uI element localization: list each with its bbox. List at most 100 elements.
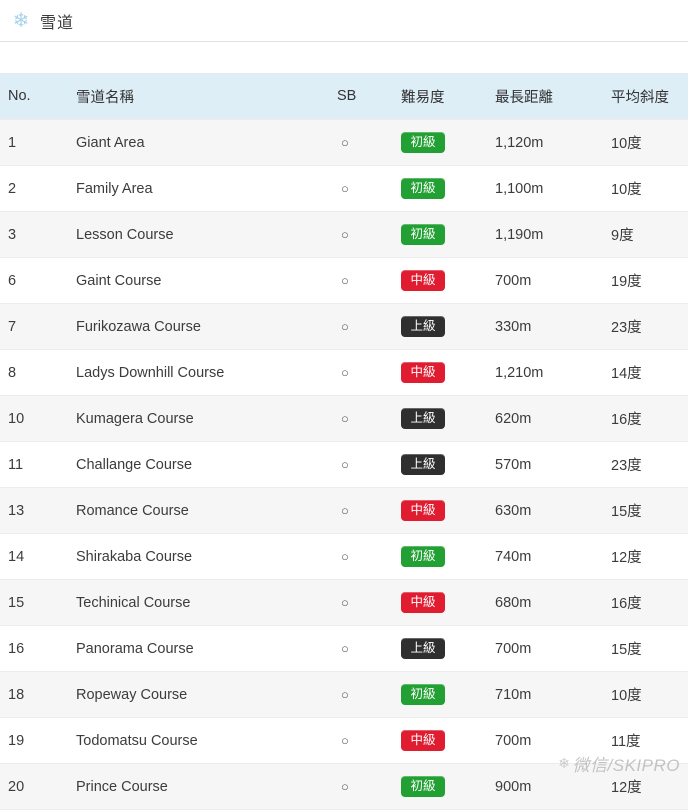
cell-difficulty: 上級: [395, 441, 491, 488]
column-header-distance[interactable]: 最長距離: [491, 73, 605, 120]
difficulty-badge: 中級: [401, 361, 445, 384]
cell-name[interactable]: Ropeway Course: [68, 671, 331, 718]
snowboard-allowed-icon: ○: [341, 318, 349, 334]
difficulty-badge: 上級: [401, 453, 445, 476]
cell-sb: ○: [331, 165, 395, 212]
cell-gradient: 23度: [605, 441, 688, 488]
cell-sb: ○: [331, 533, 395, 580]
cell-sb: ○: [331, 349, 395, 396]
cell-gradient: 9度: [605, 211, 688, 258]
table-row[interactable]: 20 Prince Course ○ 初級 900m 12度: [0, 763, 688, 810]
table-row[interactable]: 16 Panorama Course ○ 上級 700m 15度: [0, 625, 688, 672]
cell-distance: 1,210m: [491, 349, 605, 396]
cell-difficulty: 中級: [395, 487, 491, 534]
cell-name[interactable]: Family Area: [68, 165, 331, 212]
column-header-gradient[interactable]: 平均斜度: [605, 73, 688, 120]
cell-gradient: 15度: [605, 625, 688, 672]
cell-difficulty: 上級: [395, 395, 491, 442]
table-row[interactable]: 6 Gaint Course ○ 中級 700m 19度: [0, 257, 688, 304]
cell-sb: ○: [331, 763, 395, 810]
cell-sb: ○: [331, 119, 395, 166]
cell-name[interactable]: Shirakaba Course: [68, 533, 331, 580]
difficulty-badge: 上級: [401, 407, 445, 430]
cell-distance: 680m: [491, 579, 605, 626]
cell-gradient: 14度: [605, 349, 688, 396]
cell-name[interactable]: Todomatsu Course: [68, 717, 331, 764]
table-header: No. 雪道名稱 SB 難易度 最長距離 平均斜度: [0, 73, 688, 120]
cell-distance: 1,190m: [491, 211, 605, 258]
cell-difficulty: 中級: [395, 349, 491, 396]
snowboard-allowed-icon: ○: [341, 686, 349, 702]
table-row[interactable]: 19 Todomatsu Course ○ 中級 700m 11度: [0, 717, 688, 764]
cell-sb: ○: [331, 671, 395, 718]
snowboard-allowed-icon: ○: [341, 594, 349, 610]
cell-distance: 630m: [491, 487, 605, 534]
cell-no: 19: [0, 717, 68, 764]
cell-name[interactable]: Ladys Downhill Course: [68, 349, 331, 396]
difficulty-badge: 中級: [401, 269, 445, 292]
table-row[interactable]: 3 Lesson Course ○ 初級 1,190m 9度: [0, 211, 688, 258]
table-row[interactable]: 13 Romance Course ○ 中級 630m 15度: [0, 487, 688, 534]
cell-sb: ○: [331, 579, 395, 626]
cell-difficulty: 中級: [395, 257, 491, 304]
cell-gradient: 10度: [605, 119, 688, 166]
cell-name[interactable]: Panorama Course: [68, 625, 331, 672]
column-header-name[interactable]: 雪道名稱: [68, 73, 331, 120]
cell-no: 8: [0, 349, 68, 396]
cell-name[interactable]: Challange Course: [68, 441, 331, 488]
cell-difficulty: 初級: [395, 165, 491, 212]
cell-no: 13: [0, 487, 68, 534]
table-row[interactable]: 11 Challange Course ○ 上級 570m 23度: [0, 441, 688, 488]
page-header: ❄ 雪道: [0, 0, 688, 42]
cell-name[interactable]: Lesson Course: [68, 211, 331, 258]
table-row[interactable]: 15 Techinical Course ○ 中級 680m 16度: [0, 579, 688, 626]
snowboard-allowed-icon: ○: [341, 548, 349, 564]
table-row[interactable]: 7 Furikozawa Course ○ 上級 330m 23度: [0, 303, 688, 350]
header-table-spacer: [0, 42, 688, 73]
cell-name[interactable]: Techinical Course: [68, 579, 331, 626]
snowboard-allowed-icon: ○: [341, 640, 349, 656]
cell-difficulty: 上級: [395, 303, 491, 350]
cell-name[interactable]: Furikozawa Course: [68, 303, 331, 350]
table-row[interactable]: 1 Giant Area ○ 初級 1,120m 10度: [0, 119, 688, 166]
cell-name[interactable]: Giant Area: [68, 119, 331, 166]
cell-no: 2: [0, 165, 68, 212]
column-header-difficulty[interactable]: 難易度: [395, 73, 491, 120]
table-row[interactable]: 8 Ladys Downhill Course ○ 中級 1,210m 14度: [0, 349, 688, 396]
cell-sb: ○: [331, 441, 395, 488]
snowboard-allowed-icon: ○: [341, 180, 349, 196]
cell-distance: 900m: [491, 763, 605, 810]
table-header-row: No. 雪道名稱 SB 難易度 最長距離 平均斜度: [0, 73, 688, 120]
cell-name[interactable]: Romance Course: [68, 487, 331, 534]
column-header-sb[interactable]: SB: [331, 73, 395, 120]
table-row[interactable]: 2 Family Area ○ 初級 1,100m 10度: [0, 165, 688, 212]
snowboard-allowed-icon: ○: [341, 226, 349, 242]
cell-distance: 700m: [491, 717, 605, 764]
cell-no: 7: [0, 303, 68, 350]
table-row[interactable]: 18 Ropeway Course ○ 初級 710m 10度: [0, 671, 688, 718]
table-row[interactable]: 10 Kumagera Course ○ 上級 620m 16度: [0, 395, 688, 442]
difficulty-badge: 初級: [401, 683, 445, 706]
cell-name[interactable]: Gaint Course: [68, 257, 331, 304]
difficulty-badge: 中級: [401, 499, 445, 522]
table-row[interactable]: 14 Shirakaba Course ○ 初級 740m 12度: [0, 533, 688, 580]
cell-difficulty: 中級: [395, 717, 491, 764]
cell-distance: 330m: [491, 303, 605, 350]
cell-no: 1: [0, 119, 68, 166]
snowboard-allowed-icon: ○: [341, 134, 349, 150]
cell-name[interactable]: Prince Course: [68, 763, 331, 810]
cell-distance: 740m: [491, 533, 605, 580]
cell-distance: 710m: [491, 671, 605, 718]
snowboard-allowed-icon: ○: [341, 364, 349, 380]
cell-distance: 700m: [491, 625, 605, 672]
column-header-no[interactable]: No.: [0, 73, 68, 120]
snowboard-allowed-icon: ○: [341, 456, 349, 472]
snowboard-allowed-icon: ○: [341, 502, 349, 518]
cell-name[interactable]: Kumagera Course: [68, 395, 331, 442]
cell-no: 18: [0, 671, 68, 718]
difficulty-badge: 初級: [401, 223, 445, 246]
cell-sb: ○: [331, 717, 395, 764]
table-body: 1 Giant Area ○ 初級 1,120m 10度 2 Family Area ○ 初級 1,…: [0, 119, 688, 810]
cell-difficulty: 初級: [395, 211, 491, 258]
difficulty-badge: 初級: [401, 545, 445, 568]
